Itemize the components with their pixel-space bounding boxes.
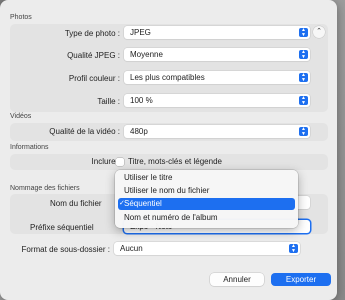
chevron-updown-icon: ▲ ▼ <box>299 73 308 82</box>
color-profile-select[interactable]: Les plus compatibles ▲ ▼ <box>124 71 310 84</box>
jpeg-quality-value: Moyenne <box>130 50 163 59</box>
menu-item-label: Nom et numéro de l'album <box>124 213 218 222</box>
section-title-informations: Informations <box>10 144 49 151</box>
filename-dropdown-menu: Utiliser le titre Utiliser le nom du fic… <box>115 170 298 228</box>
photo-type-value: JPEG <box>130 28 151 37</box>
menu-item-label: Séquentiel <box>124 199 162 208</box>
video-quality-select[interactable]: 480p ▲ ▼ <box>124 125 310 138</box>
export-button[interactable]: Exporter <box>271 273 331 286</box>
chevron-updown-icon: ▲ ▼ <box>299 127 308 136</box>
informations-group: Inclure : Titre, mots-clés et légende <box>10 154 328 170</box>
menu-item-album-name-number[interactable]: Nom et numéro de l'album <box>118 212 295 224</box>
chevron-updown-icon: ▲ ▼ <box>289 244 298 253</box>
section-title-naming: Nommage des fichiers <box>10 185 80 192</box>
photo-type-select[interactable]: JPEG ▲ ▼ <box>124 26 310 39</box>
menu-item-sequential[interactable]: ✓ Séquentiel <box>118 198 295 210</box>
include-metadata-label: Titre, mots-clés et légende <box>128 157 222 166</box>
subfolder-select[interactable]: Aucun ▲ ▼ <box>114 242 300 255</box>
include-metadata-checkbox[interactable] <box>116 158 124 166</box>
video-quality-label: Qualité de la vidéo : <box>49 127 120 136</box>
section-title-photos: Photos <box>10 14 32 21</box>
subfolder-label: Format de sous-dossier : <box>21 245 110 254</box>
chevron-updown-icon: ▲ ▼ <box>299 50 308 59</box>
export-dialog: Photos Type de photo : JPEG ▲ ▼ ⌃ Qualité… <box>0 0 337 300</box>
size-value: 100 % <box>130 96 153 105</box>
photos-group: Type de photo : JPEG ▲ ▼ ⌃ Qualité JPEG :… <box>10 24 328 112</box>
menu-item-use-title[interactable]: Utiliser le titre <box>118 172 295 184</box>
menu-item-label: Utiliser le titre <box>124 173 173 182</box>
jpeg-quality-select[interactable]: Moyenne ▲ ▼ <box>124 48 310 61</box>
videos-group: Qualité de la vidéo : 480p ▲ ▼ <box>10 123 328 141</box>
size-select[interactable]: 100 % ▲ ▼ <box>124 94 310 107</box>
include-label: Inclure : <box>91 157 120 166</box>
color-profile-value: Les plus compatibles <box>130 73 205 82</box>
prefix-label: Préfixe séquentiel <box>30 223 94 232</box>
color-profile-label: Profil couleur : <box>68 74 120 83</box>
subfolder-value: Aucun <box>120 244 143 253</box>
size-label: Taille : <box>97 97 120 106</box>
chevron-updown-icon: ▲ ▼ <box>299 96 308 105</box>
cancel-button[interactable]: Annuler <box>210 273 264 286</box>
menu-item-use-filename[interactable]: Utiliser le nom du fichier <box>118 185 295 197</box>
jpeg-quality-label: Qualité JPEG : <box>67 51 120 60</box>
filename-label: Nom du fichier <box>50 199 102 208</box>
photo-type-label: Type de photo : <box>64 29 120 38</box>
section-title-videos: Vidéos <box>10 113 32 120</box>
video-quality-value: 480p <box>130 127 148 136</box>
menu-item-label: Utiliser le nom du fichier <box>124 186 210 195</box>
chevron-up-icon[interactable]: ⌃ <box>313 26 325 38</box>
chevron-updown-icon: ▲ ▼ <box>299 28 308 37</box>
